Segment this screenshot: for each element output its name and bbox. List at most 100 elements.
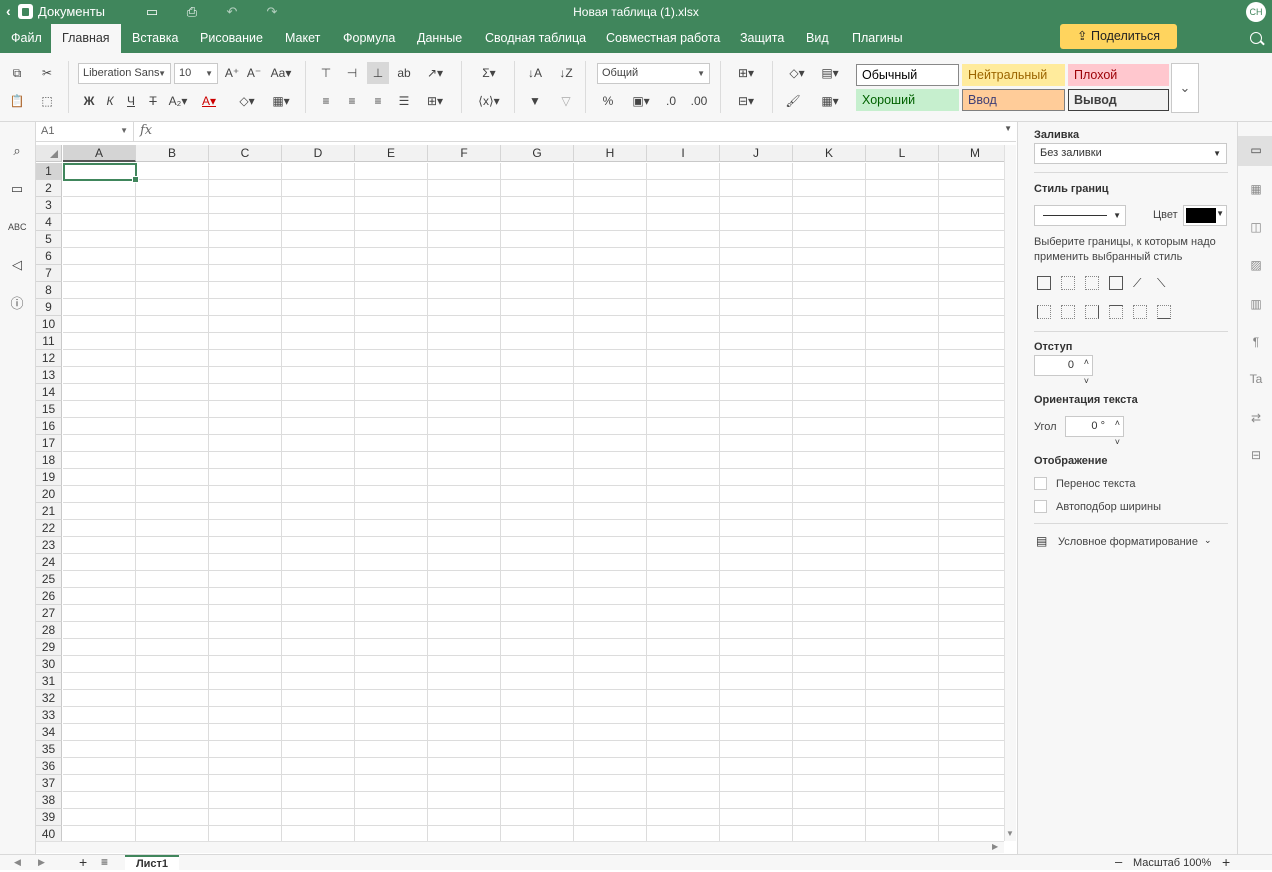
search-icon[interactable]: ⌕ (8, 142, 26, 160)
tab-protection[interactable]: Защита (729, 24, 795, 53)
indent-input[interactable]: 0 ˄ ˅ (1034, 355, 1093, 386)
name-box[interactable]: A1 ▼ (36, 122, 134, 142)
column-header-d[interactable]: D (282, 145, 355, 162)
text-art-icon[interactable]: Ta (1248, 371, 1264, 387)
row-header-11[interactable]: 11 (36, 333, 62, 350)
scroll-down-icon[interactable]: ▼ (1006, 829, 1014, 838)
conditional-formatting-button[interactable]: ▤ Условное форматирование ⌄ (1034, 533, 1214, 551)
sheet-tab[interactable]: Лист1 (125, 855, 179, 871)
select-all-corner[interactable] (36, 145, 62, 162)
column-header-h[interactable]: H (574, 145, 647, 162)
border-top-icon[interactable] (1109, 305, 1123, 319)
row-header-37[interactable]: 37 (36, 775, 62, 792)
tab-draw[interactable]: Рисование (189, 24, 274, 53)
about-icon[interactable]: ⓘ (8, 295, 26, 313)
cell-area[interactable] (63, 163, 1004, 841)
row-header-10[interactable]: 10 (36, 316, 62, 333)
wrap-text-icon[interactable]: ab (393, 62, 415, 84)
tab-collaboration[interactable]: Совместная работа (595, 24, 731, 53)
tab-file[interactable]: Файл (0, 24, 53, 53)
copy-style-icon[interactable]: 🖌 (782, 90, 804, 112)
row-header-35[interactable]: 35 (36, 741, 62, 758)
chart-settings-icon[interactable]: ▥ (1248, 296, 1264, 312)
row-header-33[interactable]: 33 (36, 707, 62, 724)
align-top-icon[interactable]: ⊤ (315, 62, 337, 84)
justify-icon[interactable]: ☰ (393, 90, 415, 112)
expand-formula-icon[interactable]: ▼ (1004, 124, 1012, 133)
add-sheet-icon[interactable]: + (79, 854, 87, 870)
wrap-text-checkbox[interactable] (1034, 477, 1047, 490)
fx-icon[interactable]: fx (140, 123, 152, 138)
scroll-right-icon[interactable]: ▶ (992, 842, 998, 851)
border-left-icon[interactable] (1037, 305, 1051, 319)
row-header-24[interactable]: 24 (36, 554, 62, 571)
column-header-e[interactable]: E (355, 145, 428, 162)
tab-plugins[interactable]: Плагины (841, 24, 914, 53)
row-header-40[interactable]: 40 (36, 826, 62, 841)
row-header-4[interactable]: 4 (36, 214, 62, 231)
comments-icon[interactable]: ▭ (8, 180, 26, 198)
border-right-icon[interactable] (1085, 305, 1099, 319)
border-color-picker[interactable]: ▼ (1183, 205, 1227, 226)
zoom-in-icon[interactable]: + (1222, 854, 1230, 870)
column-header-k[interactable]: K (793, 145, 866, 162)
italic-button[interactable]: К (99, 90, 121, 112)
sort-descending-icon[interactable]: ↓Z (555, 62, 577, 84)
style-input[interactable]: Ввод (962, 89, 1065, 111)
horizontal-scrollbar[interactable]: ▶ (36, 841, 1004, 853)
row-header-1[interactable]: 1 (36, 163, 62, 180)
row-header-22[interactable]: 22 (36, 520, 62, 537)
insert-function-icon[interactable]: ⟨x⟩▾ (474, 90, 504, 112)
selected-cell[interactable] (63, 163, 139, 183)
row-header-12[interactable]: 12 (36, 350, 62, 367)
font-color-icon[interactable]: A▾ (198, 90, 220, 112)
column-header-a[interactable]: A (63, 145, 136, 162)
align-bottom-icon[interactable]: ⊥ (367, 62, 389, 84)
row-header-17[interactable]: 17 (36, 435, 62, 452)
row-header-38[interactable]: 38 (36, 792, 62, 809)
row-header-19[interactable]: 19 (36, 469, 62, 486)
spellcheck-icon[interactable]: ABC (8, 218, 27, 236)
row-header-21[interactable]: 21 (36, 503, 62, 520)
search-icon[interactable] (1250, 32, 1262, 44)
table-settings-icon[interactable]: ▦ (1248, 181, 1264, 197)
shape-settings-icon[interactable]: ◫ (1248, 219, 1264, 235)
increase-decimal-icon[interactable]: .00 (688, 90, 710, 112)
column-header-b[interactable]: B (136, 145, 209, 162)
row-header-3[interactable]: 3 (36, 197, 62, 214)
pivot-settings-icon[interactable]: ⇄ (1248, 410, 1264, 426)
row-header-36[interactable]: 36 (36, 758, 62, 775)
share-button[interactable]: ⇪ Поделиться (1060, 24, 1177, 49)
row-header-27[interactable]: 27 (36, 605, 62, 622)
row-header-6[interactable]: 6 (36, 248, 62, 265)
zoom-out-icon[interactable]: – (1115, 854, 1122, 869)
row-header-30[interactable]: 30 (36, 656, 62, 673)
slicer-settings-icon[interactable]: ⊟ (1248, 447, 1264, 463)
next-sheet-icon[interactable]: ▶ (38, 857, 45, 868)
row-header-7[interactable]: 7 (36, 265, 62, 282)
row-header-5[interactable]: 5 (36, 231, 62, 248)
borders-icon[interactable]: ▦▾ (267, 90, 295, 112)
border-none-icon[interactable] (1061, 276, 1075, 290)
image-settings-icon[interactable]: ▨ (1248, 257, 1264, 273)
tab-data[interactable]: Данные (406, 24, 473, 53)
sum-icon[interactable]: Σ▾ (474, 62, 504, 84)
style-good[interactable]: Хороший (856, 89, 959, 111)
row-header-13[interactable]: 13 (36, 367, 62, 384)
prev-sheet-icon[interactable]: ◀ (14, 857, 21, 868)
align-left-icon[interactable]: ≡ (315, 90, 337, 112)
merge-cells-icon[interactable]: ⊞▾ (420, 90, 450, 112)
strikethrough-button[interactable]: Т (142, 90, 164, 112)
tab-formula[interactable]: Формула (332, 24, 406, 53)
row-header-29[interactable]: 29 (36, 639, 62, 656)
cell-settings-icon[interactable]: ▭ (1248, 142, 1264, 158)
column-header-j[interactable]: J (720, 145, 793, 162)
tab-insert[interactable]: Вставка (121, 24, 189, 53)
indent-spin-icon[interactable]: ˄ ˅ (1084, 353, 1089, 391)
copy-icon[interactable]: ⧉ (6, 62, 28, 84)
row-header-20[interactable]: 20 (36, 486, 62, 503)
bold-button[interactable]: Ж (78, 90, 100, 112)
select-all-icon[interactable]: ⬚ (36, 90, 58, 112)
border-inner-icon[interactable] (1085, 276, 1099, 290)
row-header-31[interactable]: 31 (36, 673, 62, 690)
